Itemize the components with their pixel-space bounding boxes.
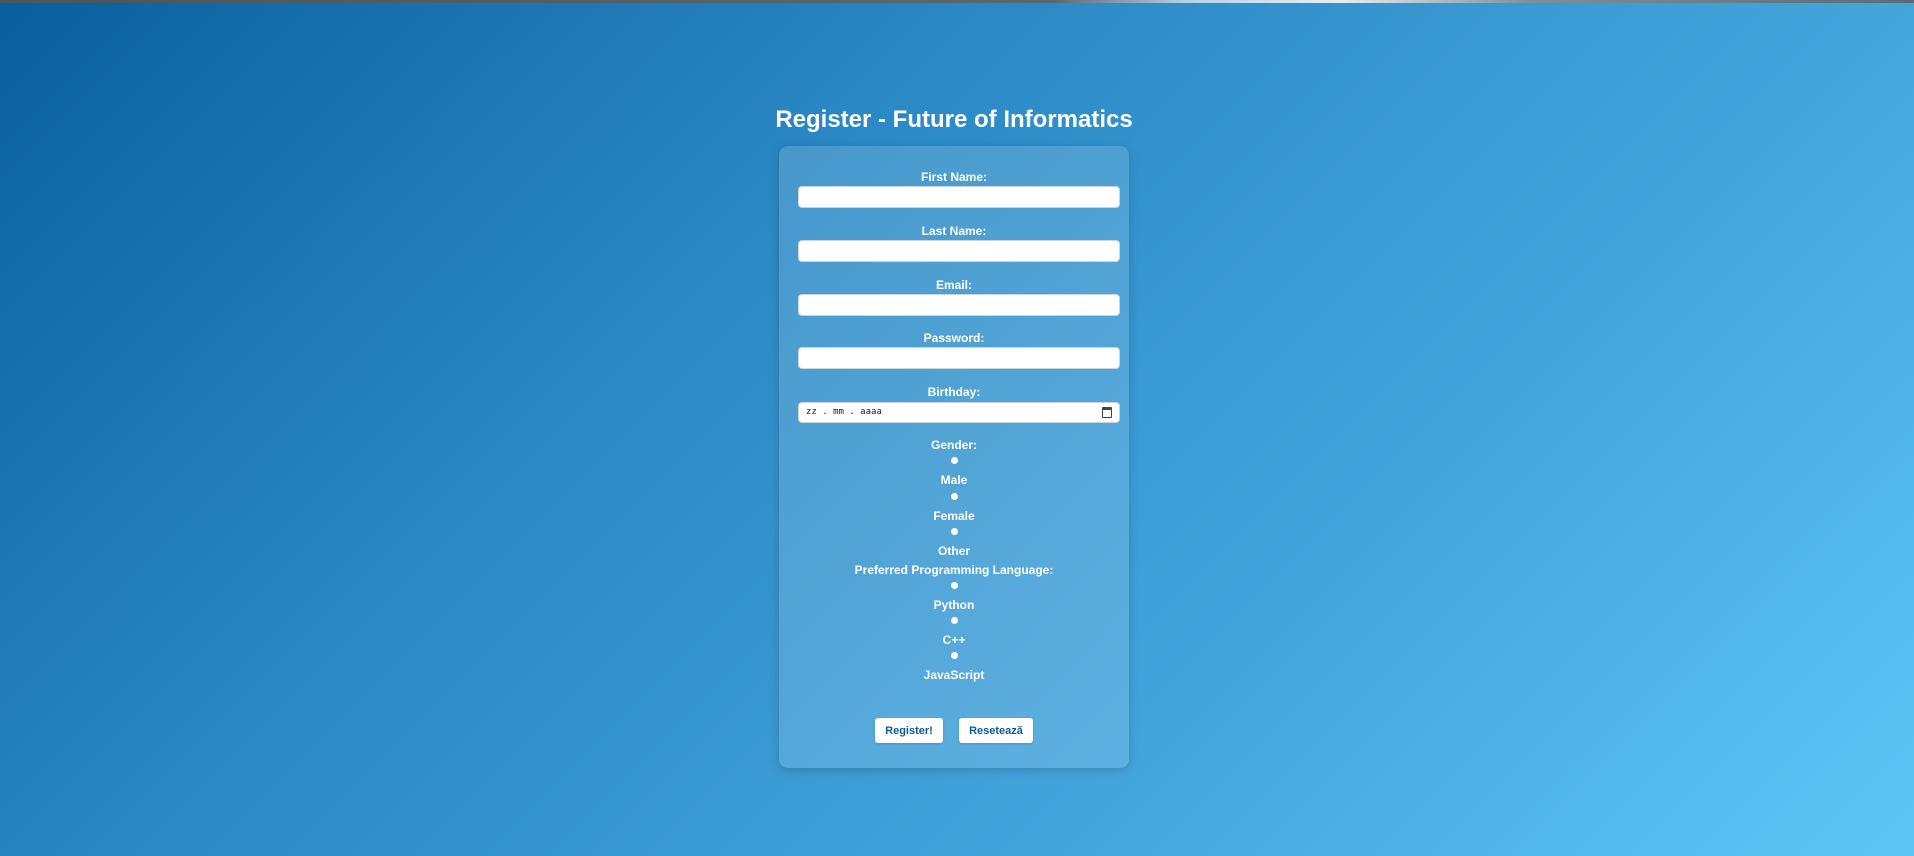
language-radio-cpp[interactable] [951,617,958,624]
gender-option-other[interactable]: Other [779,544,1129,558]
language-option-cpp[interactable]: C++ [779,633,1129,647]
birthday-date-input[interactable]: zz . mm . aaaa [798,402,1120,423]
password-label: Password: [923,331,985,345]
first-name-label: First Name: [920,170,988,184]
password-field[interactable] [798,347,1120,369]
birthday-placeholder: zz . mm . aaaa [806,407,882,417]
gender-label: Gender: [930,438,977,452]
last-name-label: Last Name: [921,224,987,238]
language-option-python[interactable]: Python [779,598,1129,612]
browser-top-strip [0,0,1914,3]
gender-radio-female[interactable] [951,493,958,500]
language-radio-python[interactable] [951,582,958,589]
gender-option-male[interactable]: Male [779,473,1129,487]
language-radio-javascript[interactable] [951,652,958,659]
last-name-field[interactable] [798,240,1120,262]
gender-radio-other[interactable] [951,528,958,535]
page-title: Register - Future of Informatics [775,106,1133,133]
email-label: Email: [935,278,972,292]
reset-button[interactable]: Resetează [959,718,1033,743]
calendar-icon[interactable] [1102,407,1112,418]
birthday-label: Birthday: [927,385,981,399]
language-label: Preferred Programming Language: [854,563,1054,577]
email-field[interactable] [798,294,1120,316]
registration-form: First Name: Last Name: Email: Password: … [779,146,1129,768]
language-option-javascript[interactable]: JavaScript [779,668,1129,682]
first-name-field[interactable] [798,186,1120,208]
gender-option-female[interactable]: Female [779,509,1129,523]
gender-radio-male[interactable] [951,457,958,464]
register-button[interactable]: Register! [875,718,943,743]
